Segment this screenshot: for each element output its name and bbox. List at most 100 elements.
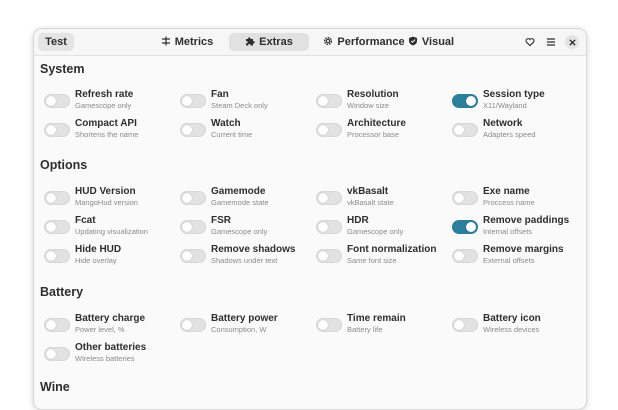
setting-description: Updating visualization bbox=[75, 227, 148, 236]
setting-label: Architecture bbox=[347, 118, 406, 129]
setting-label: Refresh rate bbox=[75, 89, 134, 100]
toggle-switch[interactable] bbox=[44, 220, 70, 234]
setting-item: Other batteries Wireless batteries bbox=[42, 342, 176, 368]
header-bar: Test Metrics Extras Performance Visual bbox=[34, 29, 586, 56]
setting-label: Battery charge bbox=[75, 313, 146, 324]
setting-item: Font normalization Same font size bbox=[314, 244, 448, 270]
toggle-knob bbox=[454, 251, 464, 261]
toggle-switch[interactable] bbox=[44, 249, 70, 263]
toggle-knob bbox=[182, 125, 192, 135]
toggle-switch[interactable] bbox=[316, 191, 342, 205]
setting-item: Battery power Consumption, W bbox=[178, 313, 312, 339]
tab-performance[interactable]: Performance bbox=[314, 33, 414, 51]
toggle-knob bbox=[318, 320, 328, 330]
toggle-knob bbox=[46, 320, 56, 330]
setting-description: Window size bbox=[347, 101, 390, 110]
setting-item: Architecture Processor base bbox=[314, 118, 448, 144]
toggle-switch[interactable] bbox=[44, 191, 70, 205]
close-button[interactable] bbox=[565, 35, 579, 49]
setting-item: Remove paddings Internal offsets bbox=[450, 215, 584, 241]
setting-label: Time remain bbox=[347, 313, 406, 324]
gear-icon bbox=[323, 36, 333, 49]
toggle-knob bbox=[466, 222, 476, 232]
setting-item: Resolution Window size bbox=[314, 89, 448, 115]
setting-label: Other batteries bbox=[75, 342, 147, 353]
setting-item: Fan Steam Deck only bbox=[178, 89, 312, 115]
sliders-icon bbox=[161, 36, 171, 49]
setting-item: Gamemode Gamemode state bbox=[178, 186, 312, 212]
setting-item: vkBasalt vkBasalt state bbox=[314, 186, 448, 212]
setting-description: Wireless devices bbox=[483, 325, 540, 334]
setting-description: Gamescope only bbox=[211, 227, 268, 236]
setting-item: Hide HUD Hide overlay bbox=[42, 244, 176, 270]
setting-label: Battery icon bbox=[483, 313, 541, 324]
toggle-switch[interactable] bbox=[452, 191, 478, 205]
setting-label: Session type bbox=[483, 89, 545, 100]
setting-item: FSR Gamescope only bbox=[178, 215, 312, 241]
toggle-switch[interactable] bbox=[316, 249, 342, 263]
toggle-knob bbox=[318, 222, 328, 232]
tab-metrics[interactable]: Metrics bbox=[160, 33, 214, 51]
toggle-switch[interactable] bbox=[316, 220, 342, 234]
setting-description: Gamescope only bbox=[347, 227, 404, 236]
toggle-switch[interactable] bbox=[316, 94, 342, 108]
toggle-switch[interactable] bbox=[44, 318, 70, 332]
setting-label: Remove margins bbox=[483, 244, 564, 255]
toggle-knob bbox=[46, 125, 56, 135]
toggle-switch[interactable] bbox=[452, 94, 478, 108]
toggle-switch[interactable] bbox=[44, 94, 70, 108]
toggle-knob bbox=[466, 96, 476, 106]
setting-label: Remove shadows bbox=[211, 244, 296, 255]
toggle-switch[interactable] bbox=[180, 191, 206, 205]
setting-item: HDR Gamescope only bbox=[314, 215, 448, 241]
heart-icon[interactable] bbox=[523, 35, 537, 49]
setting-description: Proccess name bbox=[483, 198, 535, 207]
close-icon bbox=[568, 38, 576, 46]
toggle-knob bbox=[46, 349, 56, 359]
toggle-knob bbox=[318, 96, 328, 106]
setting-label: Fcat bbox=[75, 215, 96, 226]
toggle-knob bbox=[182, 96, 192, 106]
setting-description: Same font size bbox=[347, 256, 397, 265]
toggle-knob bbox=[46, 222, 56, 232]
toggle-switch[interactable] bbox=[180, 123, 206, 137]
setting-description: Power level, % bbox=[75, 325, 125, 334]
toggle-knob bbox=[182, 222, 192, 232]
toggle-switch[interactable] bbox=[180, 318, 206, 332]
toggle-knob bbox=[318, 251, 328, 261]
toggle-switch[interactable] bbox=[44, 123, 70, 137]
toggle-switch[interactable] bbox=[452, 249, 478, 263]
toggle-switch[interactable] bbox=[452, 318, 478, 332]
tab-label: Performance bbox=[337, 36, 405, 48]
tab-extras[interactable]: Extras bbox=[229, 33, 309, 51]
setting-description: X11/Wayland bbox=[483, 101, 527, 110]
toggle-knob bbox=[182, 251, 192, 261]
toggle-switch[interactable] bbox=[180, 220, 206, 234]
menu-icon[interactable] bbox=[544, 35, 558, 49]
setting-label: Resolution bbox=[347, 89, 399, 100]
setting-item: Time remain Battery life bbox=[314, 313, 448, 339]
setting-label: Fan bbox=[211, 89, 229, 100]
toggle-switch[interactable] bbox=[316, 318, 342, 332]
setting-label: HDR bbox=[347, 215, 369, 226]
test-button[interactable]: Test bbox=[38, 33, 74, 51]
toggle-switch[interactable] bbox=[452, 123, 478, 137]
tab-label: Extras bbox=[259, 36, 293, 48]
setting-description: Processor base bbox=[347, 130, 400, 139]
setting-item: Session type X11/Wayland bbox=[450, 89, 584, 115]
toggle-switch[interactable] bbox=[44, 347, 70, 361]
section-title: Options bbox=[40, 158, 88, 172]
setting-description: MangoHud version bbox=[75, 198, 138, 207]
toggle-switch[interactable] bbox=[180, 249, 206, 263]
setting-item: Battery charge Power level, % bbox=[42, 313, 176, 339]
toggle-switch[interactable] bbox=[316, 123, 342, 137]
tab-visual[interactable]: Visual bbox=[407, 33, 455, 51]
section-title: Battery bbox=[40, 285, 84, 299]
toggle-switch[interactable] bbox=[180, 94, 206, 108]
toggle-switch[interactable] bbox=[452, 220, 478, 234]
shield-icon bbox=[408, 36, 418, 49]
setting-label: FSR bbox=[211, 215, 231, 226]
setting-description: Consumption, W bbox=[211, 325, 267, 334]
setting-item: Watch Current time bbox=[178, 118, 312, 144]
setting-description: External offsets bbox=[483, 256, 535, 265]
